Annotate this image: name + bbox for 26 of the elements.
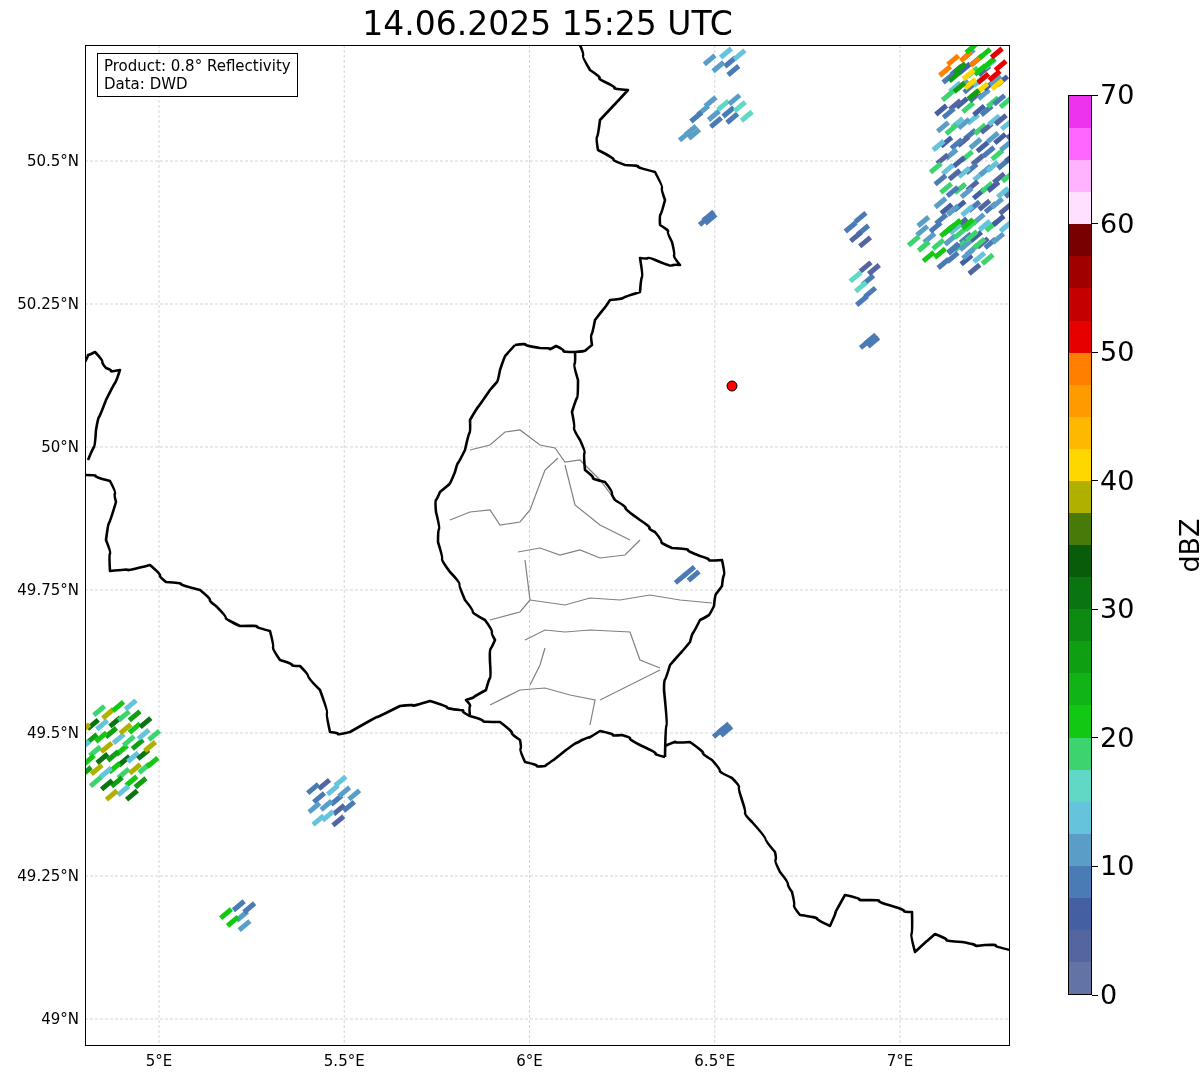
latitude-label: 50.25°N (17, 295, 79, 313)
latitude-label: 49.25°N (17, 867, 79, 885)
precipitation-echo (843, 210, 873, 249)
precipitation-echo (697, 209, 718, 227)
latitude-label: 49.75°N (17, 581, 79, 599)
longitude-label: 6.5°E (694, 1052, 736, 1070)
latitude-label: 50.5°N (26, 152, 79, 170)
precipitation-echo (702, 46, 747, 77)
precipitation-echo (673, 565, 701, 585)
radar-site-marker (726, 380, 738, 392)
colorbar-label: dBZ (1173, 518, 1202, 573)
longitude-label: 6°E (516, 1052, 543, 1070)
legend-text: Product: 0.8° Reflectivity (104, 57, 291, 75)
precipitation-echo (306, 774, 362, 828)
longitude-label: 5°E (145, 1052, 173, 1070)
legend-text: Data: DWD (104, 75, 189, 93)
chart-title: 14.06.2025 15:25 UTC (361, 3, 734, 45)
longitude-label: 7°E (886, 1052, 914, 1070)
precipitation-echo (711, 721, 734, 739)
latitude-label: 50°N (41, 438, 79, 456)
longitude-label: 5.5°E (323, 1052, 365, 1070)
latitude-label: 49.5°N (26, 724, 79, 742)
latitude-label: 49°N (41, 1010, 79, 1028)
precipitation-echo (219, 899, 257, 933)
precipitation-echo (848, 260, 881, 307)
precipitation-echo (858, 332, 881, 350)
